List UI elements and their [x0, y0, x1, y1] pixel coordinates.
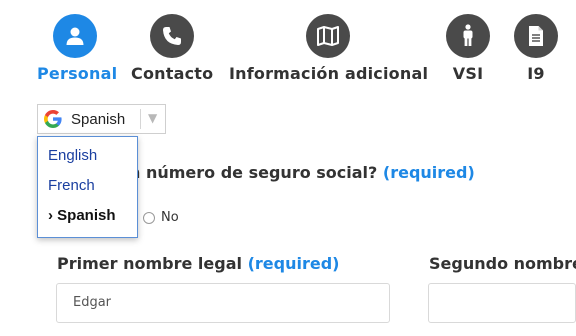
required-tag: (required) — [382, 163, 475, 182]
step-label: VSI — [452, 64, 484, 83]
middle-name-label: Segundo nombre — [429, 254, 576, 273]
step-personal[interactable]: Personal — [37, 14, 118, 83]
language-select-value: Spanish — [71, 110, 126, 128]
language-dropdown-menu: English French › Spanish — [37, 136, 138, 238]
step-navigation: Personal Contacto Información adicional — [0, 0, 576, 90]
person-standing-icon — [446, 14, 490, 58]
step-label: Información adicional — [229, 64, 429, 83]
language-option-french[interactable]: French — [48, 177, 95, 194]
step-contacto[interactable]: Contacto — [131, 14, 213, 83]
radio-no[interactable]: No — [143, 210, 179, 225]
first-name-label: Primer nombre legal (required) — [57, 254, 339, 273]
language-option-label: Spanish — [57, 207, 116, 224]
step-vsi[interactable]: VSI — [446, 14, 490, 83]
step-i9[interactable]: I9 — [514, 14, 558, 83]
map-icon — [306, 14, 350, 58]
step-label: Contacto — [131, 64, 214, 83]
ssn-question-text: n número de seguro social? — [129, 163, 378, 182]
radio-no-label: No — [161, 210, 179, 225]
person-icon — [53, 14, 97, 58]
step-label: Personal — [37, 64, 118, 83]
google-g-icon — [43, 109, 63, 129]
language-option-english[interactable]: English — [48, 147, 97, 164]
first-name-label-text: Primer nombre legal — [57, 254, 242, 273]
ssn-question: n número de seguro social? (required) — [129, 163, 475, 182]
select-divider — [140, 109, 141, 129]
step-informacion-adicional[interactable]: Información adicional — [229, 14, 429, 83]
step-label: I9 — [527, 64, 545, 83]
middle-name-input[interactable] — [428, 283, 576, 323]
first-name-input[interactable]: Edgar — [56, 283, 390, 323]
radio-circle[interactable] — [143, 211, 155, 224]
document-icon — [514, 14, 558, 58]
language-option-spanish[interactable]: › Spanish — [48, 207, 116, 224]
required-tag: (required) — [247, 254, 340, 273]
selected-marker: › — [48, 207, 53, 224]
language-select[interactable]: Spanish ▼ — [37, 104, 166, 134]
triangle-down-icon[interactable]: ▼ — [148, 111, 157, 125]
phone-icon — [150, 14, 194, 58]
